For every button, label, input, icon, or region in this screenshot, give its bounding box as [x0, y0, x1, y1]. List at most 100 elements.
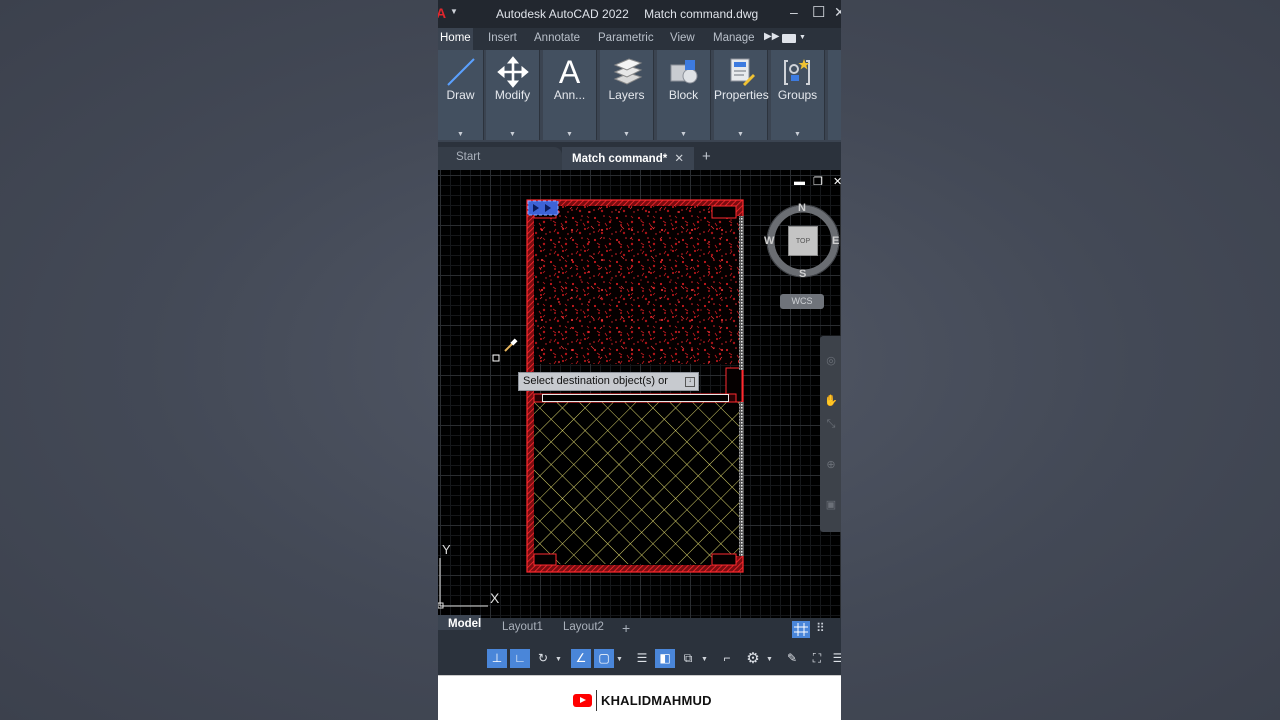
move-icon [486, 54, 539, 90]
orbit-icon[interactable]: ⊕ [824, 458, 838, 472]
customization-menu-icon[interactable]: ☰ [828, 649, 841, 668]
selection-cycling-icon[interactable]: ⧉ [678, 649, 698, 668]
settings-gear-icon[interactable]: ⚙ [743, 649, 763, 668]
tab-insert[interactable]: Insert [488, 32, 517, 44]
minimize-icon[interactable]: – [790, 4, 798, 20]
viewcube-top-face[interactable]: TOP [788, 226, 818, 256]
osnap-dropdown-icon[interactable]: ▼ [616, 650, 623, 669]
ortho-mode-icon[interactable]: ∟ [510, 649, 530, 668]
panel-properties[interactable]: Properties ▼ [714, 50, 769, 140]
more-tabs-icon[interactable]: ▶▶ [764, 31, 779, 42]
lineweight-icon[interactable]: ☰ [632, 649, 652, 668]
chevron-down-icon[interactable]: ▼ [486, 131, 539, 138]
new-tab-icon[interactable]: + [702, 148, 711, 165]
chevron-down-icon[interactable]: ▼ [771, 131, 824, 138]
zoom-extents-icon[interactable]: ⤡ [824, 418, 838, 432]
panel-layers[interactable]: Layers ▼ [600, 50, 654, 140]
video-footer: KHALIDMAHMUD [438, 675, 841, 720]
tab-layout1[interactable]: Layout1 [502, 621, 543, 633]
drawing-area[interactable]: ▬ ❐ ✕ TOP N S W E WCS ◎ ✋ ⤡ ⊕ ▣ Select d… [438, 170, 841, 618]
tab-home[interactable]: Home [438, 28, 473, 50]
chevron-down-icon[interactable]: ▼ [657, 131, 710, 138]
object-snap-icon[interactable]: ▢ [594, 649, 614, 668]
panel-modify[interactable]: Modify ▼ [486, 50, 540, 140]
wall-top[interactable] [527, 200, 743, 206]
selection-dropdown-icon[interactable]: ▼ [701, 650, 708, 669]
polar-tracking-icon[interactable]: ↻ [533, 649, 553, 668]
viewport-close-icon[interactable]: ✕ [833, 175, 841, 188]
command-prompt-tooltip: Select destination object(s) or ↓ [518, 372, 699, 391]
viewcube[interactable]: TOP N S W E WCS [764, 202, 840, 310]
compass-east[interactable]: E [832, 235, 839, 247]
ucs-y-label: Y [442, 542, 451, 557]
window-right-upper[interactable] [739, 216, 744, 370]
prompt-text: Select destination object(s) or [523, 375, 668, 387]
ucs-x-label: X [490, 590, 500, 606]
app-window: A ▼ Autodesk AutoCAD 2022 Match command.… [438, 0, 841, 720]
polar-dropdown-icon[interactable]: ▼ [555, 650, 562, 669]
fullscreen-icon[interactable]: ⛶ [807, 649, 827, 668]
tab-model[interactable]: Model [438, 615, 482, 630]
layout-tabs: Model Layout1 Layout2 + ⠿ [438, 615, 841, 640]
isometric-drafting-icon[interactable]: ∠ [571, 649, 591, 668]
hatch-bottom-room[interactable] [533, 402, 741, 564]
channel-name: KHALIDMAHMUD [601, 693, 712, 708]
block-icon [657, 54, 710, 90]
grid-display-icon[interactable] [792, 621, 810, 638]
viewport-restore-icon[interactable]: ❐ [813, 175, 823, 188]
compass-west[interactable]: W [764, 235, 774, 247]
panel-annotation[interactable]: A Ann... ▼ [543, 50, 597, 140]
tab-start[interactable]: Start [438, 147, 562, 170]
window-right-lower[interactable] [739, 402, 744, 556]
panel-label: Layers [608, 88, 645, 102]
chevron-down-icon[interactable]: ▼ [600, 131, 653, 138]
dynamic-input-field[interactable] [542, 394, 729, 402]
panel-label: Ann... [553, 88, 586, 102]
autocad-logo-icon[interactable]: A [438, 5, 446, 21]
chevron-down-icon[interactable]: ▼ [714, 131, 767, 138]
tab-view[interactable]: View [670, 32, 695, 44]
wall-bottom[interactable] [527, 565, 743, 572]
tab-label: Start [456, 151, 481, 163]
tab-match-command[interactable]: Match command* ✕ [562, 147, 694, 170]
close-tab-icon[interactable]: ✕ [674, 153, 684, 165]
maximize-icon[interactable]: ☐ [812, 3, 825, 21]
wcs-menu[interactable]: WCS [780, 294, 824, 309]
showmotion-icon[interactable]: ▣ [824, 498, 838, 512]
tab-layout2[interactable]: Layout2 [563, 621, 604, 633]
chevron-down-icon[interactable]: ▼ [543, 131, 596, 138]
chevron-down-icon[interactable]: ▼ [438, 131, 483, 138]
steering-wheel-icon[interactable]: ◎ [824, 354, 838, 368]
isolate-objects-icon[interactable]: ✎ [782, 649, 802, 668]
panel-label: Modify [494, 88, 531, 102]
transparency-icon[interactable]: ◧ [655, 649, 675, 668]
panel-utilities-partial[interactable] [828, 50, 841, 140]
panel-groups[interactable]: Groups ▼ [771, 50, 825, 140]
wall-right-top[interactable] [736, 200, 743, 216]
workspace-icon[interactable] [782, 34, 796, 43]
add-layout-icon[interactable]: + [622, 620, 630, 636]
panel-label: Draw [446, 88, 475, 102]
app-menu-dropdown-icon[interactable]: ▼ [450, 7, 458, 16]
compass-north[interactable]: N [798, 202, 806, 214]
navigation-bar: ◎ ✋ ⤡ ⊕ ▣ [820, 336, 841, 532]
model-space-icon[interactable]: ⊥ [487, 649, 507, 668]
annotation-scale-icon[interactable]: ⌐ [717, 649, 737, 668]
close-icon[interactable]: ✕ [834, 4, 841, 21]
snap-mode-icon[interactable]: ⠿ [816, 621, 825, 635]
workspace-switch-dropdown-icon[interactable]: ▼ [766, 650, 773, 669]
hatch-top-room-overlay [535, 206, 741, 364]
tab-parametric[interactable]: Parametric [598, 32, 654, 44]
panel-block[interactable]: Block ▼ [657, 50, 711, 140]
panel-draw[interactable]: Draw ▼ [438, 50, 484, 140]
tab-annotate[interactable]: Annotate [534, 32, 580, 44]
prompt-options-icon[interactable]: ↓ [685, 377, 695, 387]
compass-south[interactable]: S [799, 268, 806, 280]
workspace-dropdown-icon[interactable]: ▼ [799, 34, 806, 41]
selected-source-object[interactable] [527, 200, 559, 216]
tab-manage[interactable]: Manage [713, 32, 755, 44]
groups-icon [771, 54, 824, 90]
pan-icon[interactable]: ✋ [824, 394, 838, 408]
youtube-icon [573, 694, 592, 707]
viewport-minimize-icon[interactable]: ▬ [794, 176, 805, 188]
